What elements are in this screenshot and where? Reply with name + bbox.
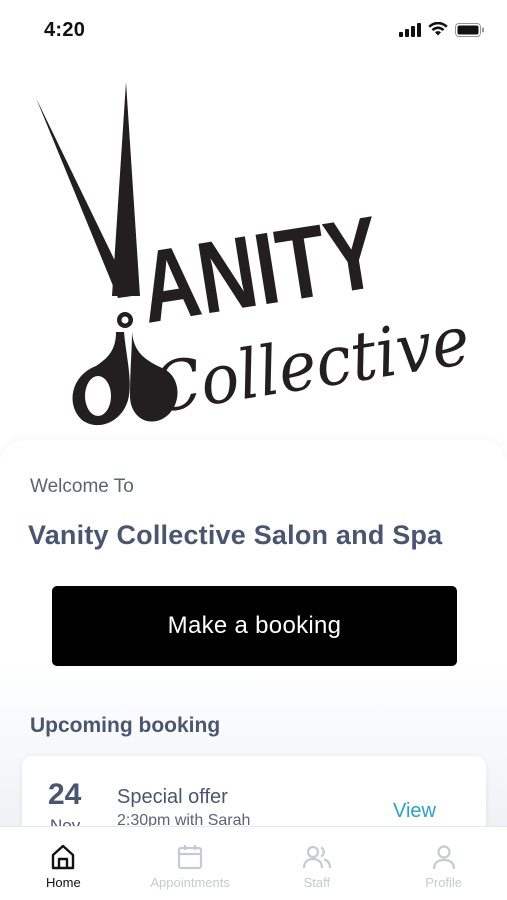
- make-booking-button[interactable]: Make a booking: [52, 586, 457, 666]
- tab-profile-label: Profile: [425, 875, 463, 890]
- salon-name: Vanity Collective Salon and Spa: [28, 520, 443, 550]
- status-bar: 4:20: [0, 0, 507, 60]
- calendar-icon: [178, 845, 203, 870]
- booking-day: 24: [48, 778, 82, 811]
- welcome-label: Welcome To: [30, 476, 134, 497]
- salon-logo: ANITY Collective: [0, 70, 507, 440]
- people-icon: [302, 845, 331, 869]
- upcoming-booking-title: Upcoming booking: [30, 714, 221, 737]
- user-icon: [432, 845, 455, 870]
- tab-appointments[interactable]: Appointments: [127, 827, 254, 900]
- tab-home[interactable]: Home: [0, 827, 127, 900]
- tab-profile[interactable]: Profile: [380, 827, 507, 900]
- status-icons: [399, 22, 485, 37]
- scissors-logo-icon: ANITY Collective: [36, 82, 475, 429]
- wifi-icon: [428, 22, 448, 36]
- signal-icon: [399, 22, 421, 37]
- welcome-card: Welcome To Vanity Collective Salon and S…: [0, 440, 507, 846]
- view-booking-link[interactable]: View: [393, 800, 436, 823]
- home-icon: [52, 844, 75, 870]
- booking-title: Special offer: [117, 786, 228, 808]
- tab-home-label: Home: [46, 875, 81, 890]
- bottom-tab-bar: Home Appointments Staff Profile: [0, 826, 507, 900]
- status-time: 4:20: [44, 19, 86, 41]
- battery-icon: [455, 22, 484, 37]
- tab-staff[interactable]: Staff: [254, 827, 381, 900]
- tab-appointments-label: Appointments: [150, 875, 230, 890]
- tab-staff-label: Staff: [303, 875, 331, 890]
